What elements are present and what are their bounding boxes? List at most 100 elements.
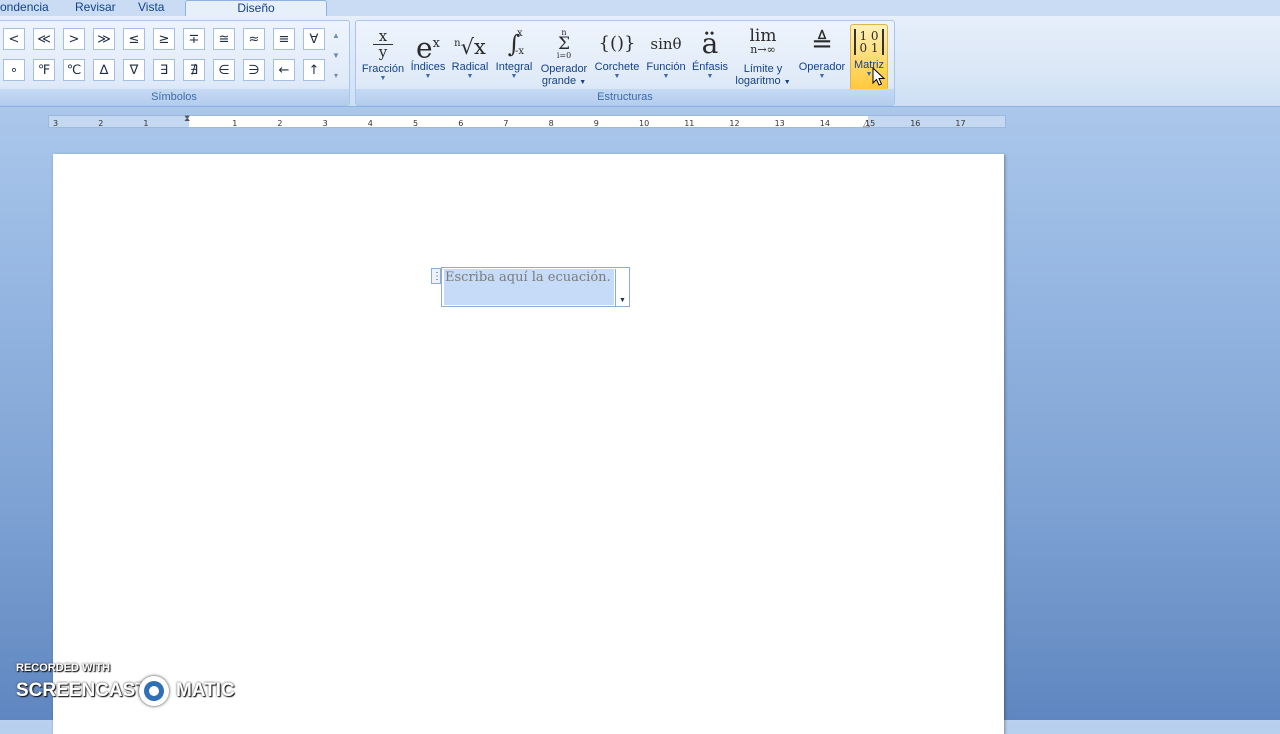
script-icon: ex — [406, 27, 450, 65]
symbol-button-row1-9[interactable]: ≈ — [243, 28, 265, 50]
symbol-button-row2-6[interactable]: ∃ — [153, 59, 175, 81]
ruler-tick-label: 12 — [729, 119, 740, 128]
tab-diseno[interactable]: Diseño — [185, 0, 327, 17]
symbol-button-row1-4[interactable]: ≫ — [93, 28, 115, 50]
ruler-tick-label: 9 — [593, 119, 599, 128]
radical-body: √x — [460, 35, 486, 59]
symbol-button-row2-4[interactable]: ∆ — [93, 59, 115, 81]
scroll-up-icon[interactable]: ▲ — [330, 29, 342, 43]
equation-options-button[interactable]: ▼ — [615, 269, 629, 306]
horizontal-ruler[interactable]: 3 2 1 1 2 3 4 5 6 7 8 9 10 11 12 13 14 15 16 17 ⧗ △ — [48, 113, 1006, 129]
function-icon: sinθ — [650, 35, 682, 53]
ruler-tick-label: 14 — [819, 119, 830, 128]
ruler-tick-label: 1 — [232, 119, 238, 128]
ribbon-tab-bar: ondencia Revisar Vista Diseño — [0, 0, 1280, 17]
limit-label: Límite y — [743, 63, 783, 75]
symbol-button-row2-8[interactable]: ∈ — [213, 59, 235, 81]
function-button[interactable]: sinθ Función ▼ — [642, 27, 690, 91]
equation-input[interactable]: Escriba aquí la ecuación. — [444, 269, 614, 305]
ruler-tick-label: 2 — [98, 119, 104, 128]
symbols-group-label: Símbolos — [0, 89, 349, 105]
right-indent-marker-icon[interactable]: △ — [863, 118, 870, 129]
chevron-down-icon: ▼ — [379, 75, 387, 82]
accent-icon: ä — [701, 27, 719, 60]
script-base: e — [416, 31, 433, 65]
document-page[interactable] — [53, 154, 1004, 734]
chevron-down-icon: ▼ — [662, 73, 670, 80]
tab-revisar[interactable]: Revisar — [75, 0, 125, 16]
chevron-down-icon: ▼ — [579, 79, 587, 86]
script-label: Índices — [410, 61, 446, 73]
mouse-cursor-icon — [872, 67, 886, 86]
ruler-tick-label: 8 — [548, 119, 554, 128]
symbol-button-row2-2[interactable]: ℉ — [33, 59, 55, 81]
symbol-button-row2-10[interactable]: ← — [273, 59, 295, 81]
scroll-down-icon[interactable]: ▼ — [330, 49, 342, 63]
ribbon: < ≪ > ≫ ≤ ≥ ∓ ≅ ≈ ≡ ∀ ∘ ℉ ℃ ∆ ∇ ∃ ∄ ∈ ∋ ← ↑ ▲ ▼ ▾ Símbolos x… — [0, 16, 1280, 107]
chevron-down-icon: ▼ — [466, 73, 474, 80]
chevron-down-icon: ▼ — [424, 73, 432, 80]
watermark-recorded-with: RECORDED WITH — [16, 662, 111, 674]
accent-button[interactable]: ä Énfasis ▼ — [690, 27, 730, 91]
chevron-down-icon: ▼ — [783, 79, 791, 86]
structures-group: x y Fracción ▼ ex Índices ▼ n√x Radical … — [355, 20, 895, 106]
limit-label-2-text: logaritmo — [735, 75, 781, 87]
script-superscript: x — [432, 36, 440, 51]
operator-button[interactable]: ≜ Operador ▼ — [796, 27, 848, 91]
ruler-tick-label: 10 — [639, 119, 650, 128]
integral-button[interactable]: ∫ x -x Integral ▼ — [492, 27, 536, 91]
fraction-button[interactable]: x y Fracción ▼ — [360, 27, 406, 91]
ruler-tick-label: 4 — [367, 119, 373, 128]
symbol-button-row1-1[interactable]: < — [3, 28, 25, 50]
chevron-down-icon: ▼ — [619, 297, 626, 304]
fraction-icon: x y — [360, 27, 406, 63]
symbol-button-row2-5[interactable]: ∇ — [123, 59, 145, 81]
operator-icon: ≜ — [811, 29, 833, 59]
radical-label: Radical — [451, 61, 489, 73]
indent-marker-icon[interactable]: ⧗ — [184, 113, 190, 124]
symbol-button-row1-7[interactable]: ∓ — [183, 28, 205, 50]
integral-label: Integral — [495, 61, 533, 73]
equation-handle-icon[interactable]: ⋮ — [431, 268, 442, 284]
symbol-button-row2-9[interactable]: ∋ — [243, 59, 265, 81]
limit-label-2: logaritmo ▼ — [732, 75, 794, 89]
tab-vista[interactable]: Vista — [138, 0, 178, 16]
fraction-label: Fracción — [361, 63, 405, 75]
large-operator-label: Operador — [540, 63, 588, 75]
tab-correspondencia[interactable]: ondencia — [0, 0, 60, 16]
symbol-button-row1-5[interactable]: ≤ — [123, 28, 145, 50]
symbol-button-row1-10[interactable]: ≡ — [273, 28, 295, 50]
large-operator-button[interactable]: n Σ i=0 Operador grande ▼ — [537, 27, 591, 91]
function-label: Función — [646, 61, 686, 73]
operator-label: Operador — [798, 61, 846, 73]
screencast-logo-icon — [139, 676, 169, 706]
chevron-down-icon: ▼ — [706, 73, 714, 80]
ruler-left-margin — [49, 116, 189, 127]
limit-icon: lim n→∞ — [732, 27, 794, 63]
chevron-down-icon: ▼ — [818, 73, 826, 80]
fraction-numerator: x — [378, 27, 388, 45]
symbol-button-row1-8[interactable]: ≅ — [213, 28, 235, 50]
bracket-button[interactable]: {()} Corchete ▼ — [592, 27, 642, 91]
watermark-matic: MATIC — [176, 680, 235, 701]
symbol-button-row1-2[interactable]: ≪ — [33, 28, 55, 50]
script-button[interactable]: ex Índices ▼ — [406, 27, 450, 91]
fraction-denominator: y — [378, 43, 388, 61]
symbol-button-row2-1[interactable]: ∘ — [3, 59, 25, 81]
radical-button[interactable]: n√x Radical ▼ — [450, 27, 490, 91]
ruler-tick-label: 1 — [143, 119, 149, 128]
symbol-button-row1-3[interactable]: > — [63, 28, 85, 50]
symbol-button-row2-3[interactable]: ℃ — [63, 59, 85, 81]
symbol-button-row2-11[interactable]: ↑ — [303, 59, 325, 81]
symbol-button-row1-11[interactable]: ∀ — [303, 28, 325, 50]
matrix-icon: 1 0 0 1 — [851, 25, 887, 59]
accent-label: Énfasis — [691, 61, 729, 73]
limit-log-button[interactable]: lim n→∞ Límite y logaritmo ▼ — [732, 27, 794, 91]
symbol-button-row1-6[interactable]: ≥ — [153, 28, 175, 50]
symbol-button-row2-7[interactable]: ∄ — [183, 59, 205, 81]
large-operator-label-2-text: grande — [541, 75, 577, 87]
ruler-tick-label: 7 — [503, 119, 509, 128]
structures-group-label: Estructuras — [356, 89, 894, 105]
more-icon[interactable]: ▾ — [330, 69, 342, 83]
ruler-tick-label: 17 — [955, 119, 966, 128]
